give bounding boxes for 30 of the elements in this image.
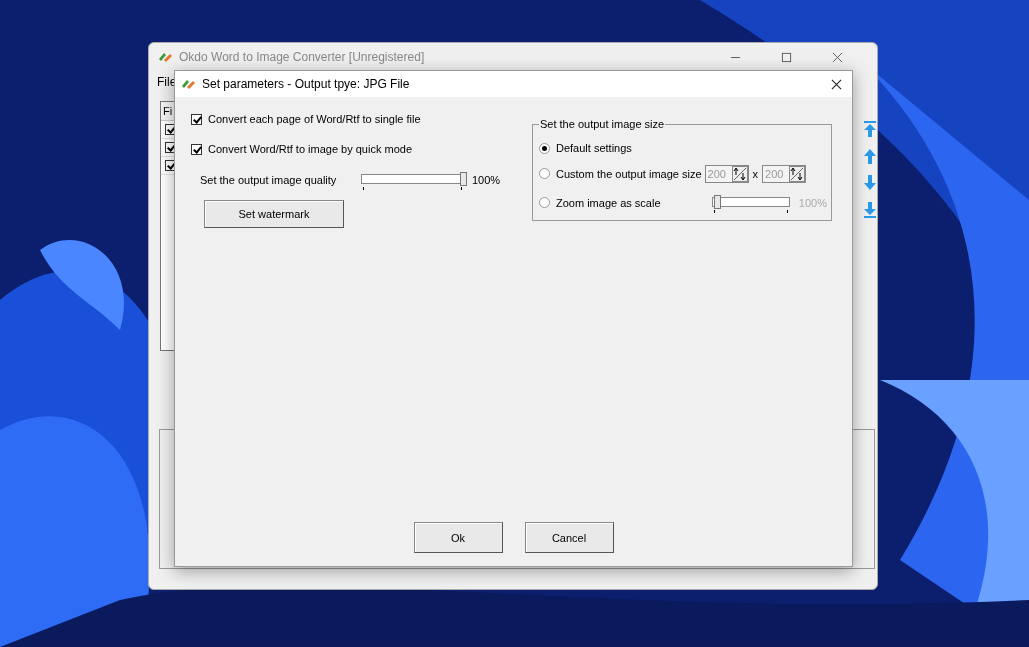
quality-value: 100% <box>472 174 501 186</box>
radio-option[interactable]: Zoom image as scale <box>539 196 689 209</box>
group-title: Set the output image size <box>539 118 666 130</box>
checkbox-label[interactable]: Convert each page of Word/Rtf to single file <box>208 113 421 125</box>
move-up-icon[interactable] <box>863 148 877 164</box>
ok-button[interactable]: Ok <box>413 522 503 553</box>
move-bottom-icon[interactable] <box>863 202 877 218</box>
logo-icon <box>180 77 196 91</box>
logo-icon <box>157 50 173 64</box>
window-title: Okdo Word to Image Converter [Unregistered] <box>179 50 426 64</box>
maximize-icon[interactable] <box>781 51 792 63</box>
dialog-title: Set parameters - Output tpye: JPG File <box>202 77 411 91</box>
move-top-icon[interactable] <box>863 121 877 137</box>
spin-arrows-icon[interactable] <box>731 165 748 182</box>
scale-value: 100% <box>798 196 827 209</box>
close-icon[interactable] <box>831 78 842 90</box>
slider-thumb[interactable] <box>714 194 722 209</box>
spin-arrows-icon[interactable] <box>789 165 806 182</box>
checkbox[interactable] <box>191 113 202 125</box>
times-sign: x <box>751 167 760 180</box>
set-watermark-button[interactable]: Set watermark <box>204 200 344 228</box>
cancel-button[interactable]: Cancel <box>524 522 614 553</box>
quality-label: Set the output image quality <box>200 174 338 186</box>
slider-thumb[interactable] <box>460 172 467 186</box>
radio-option[interactable]: Custom the output image size <box>539 167 702 180</box>
radio-option[interactable]: Default settings <box>539 142 689 154</box>
checkbox[interactable] <box>191 143 202 155</box>
slider-track[interactable] <box>712 196 790 207</box>
checkbox-label[interactable]: Convert Word/Rtf to image by quick mode <box>208 143 412 155</box>
move-down-icon[interactable] <box>863 175 877 191</box>
